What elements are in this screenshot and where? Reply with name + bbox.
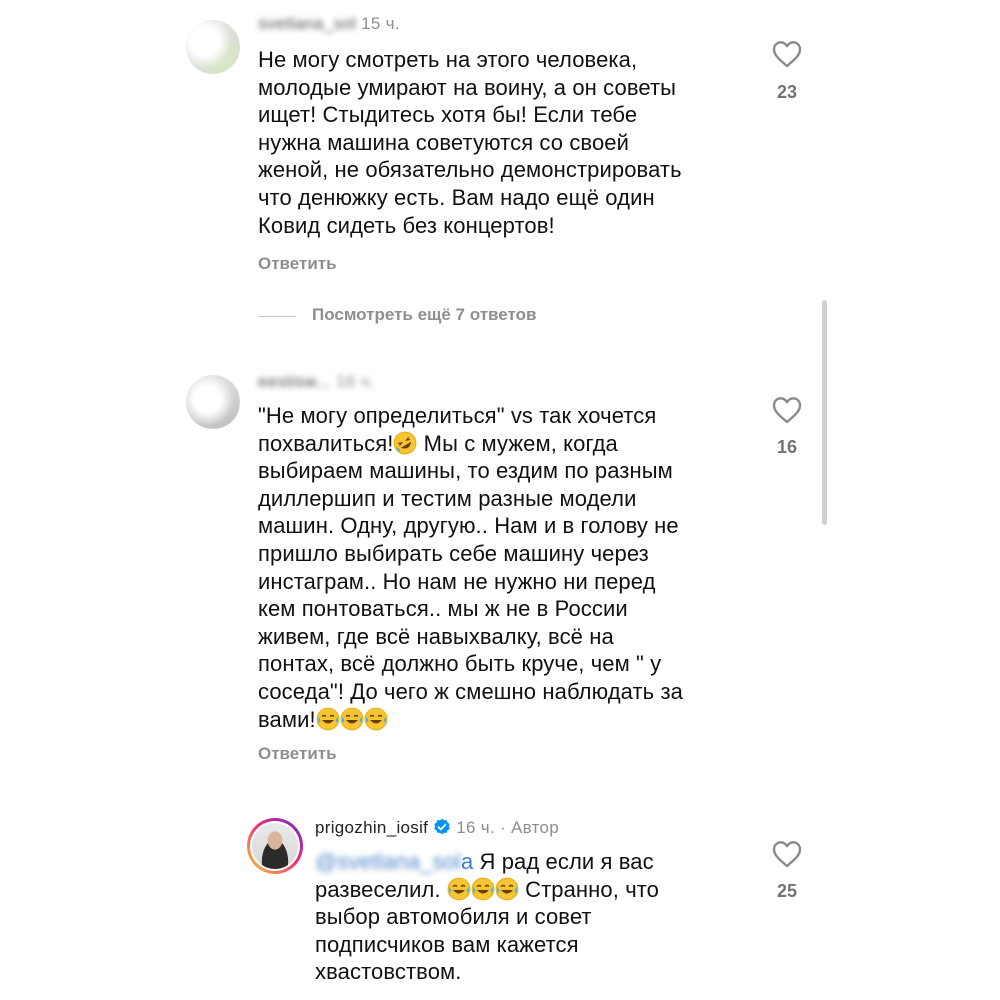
comment-line: выбираем машины, то ездим по разным	[258, 458, 673, 484]
reply-text: @svetlana_solа Я рад если я вас развесел…	[315, 848, 765, 986]
comment-line: что денюжку есть. Вам надо ещё один	[258, 184, 655, 210]
reply-header: prigozhin_iosif 16 ч. · Автор	[315, 818, 559, 838]
commenter-avatar[interactable]	[186, 375, 240, 429]
author-photo	[252, 823, 298, 869]
comment-line: Не могу смотреть на этого человека,	[258, 47, 638, 72]
comment-line: развеселил. Странно, что	[315, 876, 660, 902]
comment-line: @svetlana_solа Я рад если я вас	[315, 849, 654, 874]
face-with-tears-of-joy-emoji-icon	[364, 707, 388, 731]
like-count: 25	[776, 881, 798, 901]
comment-line: диллершип и тестим разные модели	[258, 485, 637, 511]
comment-time: 15 ч.	[361, 14, 400, 33]
comment-line: подписчиков вам кажется	[315, 931, 579, 957]
comment-line: Ковид сидеть без концертов!	[258, 212, 555, 238]
scrollbar[interactable]	[822, 300, 827, 525]
like-count: 23	[776, 82, 798, 102]
face-with-tears-of-joy-emoji-icon	[340, 707, 364, 731]
comment-line: инстаграм.. Но нам не нужно ни перед	[258, 568, 656, 594]
author-label: Автор	[511, 818, 560, 837]
separator-dot: ·	[500, 818, 506, 837]
comment-line: соседа"! До чего ж смешно наблюдать за	[258, 678, 683, 704]
comment-line: хвастовством.	[315, 959, 462, 985]
face-with-tears-of-joy-emoji-icon	[495, 877, 519, 901]
comment-line: понтах, всё должно быть круче, чем " у	[258, 651, 662, 677]
comment-header: svetlana_sol 15 ч.	[258, 14, 400, 34]
comment-line: похвалиться! Мы с мужем, когда	[258, 430, 778, 458]
author-username[interactable]: prigozhin_iosif	[315, 818, 428, 837]
mention-blurred[interactable]: @svetlana_sol	[315, 849, 461, 874]
author-avatar[interactable]	[247, 818, 303, 874]
like-count: 16	[776, 437, 798, 457]
rolling-on-floor-laughing-emoji-icon	[393, 431, 417, 455]
comment-header: eestisw... 16 ч.	[258, 372, 375, 392]
comment-line: нужна машина советуются со своей	[258, 129, 630, 155]
face-with-tears-of-joy-emoji-icon	[316, 707, 340, 731]
comment-line: машин. Одну, другую.. Нам и в голову не	[258, 513, 679, 539]
comment-line: пришло выбирать себе машину через	[258, 540, 649, 566]
face-with-tears-of-joy-emoji-icon	[447, 877, 471, 901]
like-heart-icon[interactable]	[772, 840, 802, 868]
comment-line: ищет! Стыдитесь хотя бы! Если тебе	[258, 102, 638, 128]
view-more-divider	[258, 316, 296, 317]
comment-line: "Не могу определиться" vs так хочется	[258, 403, 657, 428]
like-heart-icon[interactable]	[772, 40, 802, 68]
view-more-replies-button[interactable]: Посмотреть ещё 7 ответов	[312, 305, 536, 325]
verified-badge-icon	[433, 818, 451, 836]
comment-line: вами!	[258, 706, 778, 734]
commenter-avatar[interactable]	[186, 20, 240, 74]
comment-text: Не могу смотреть на этого человека, моло…	[258, 46, 758, 239]
reply-button[interactable]: Ответить	[258, 744, 337, 764]
mention-suffix[interactable]: а	[461, 849, 473, 874]
reply-button[interactable]: Ответить	[258, 254, 337, 274]
comment-line: выбор автомобиля и совет	[315, 904, 592, 930]
comment-time: 16 ч.	[335, 372, 375, 391]
commenter-username[interactable]: svetlana_sol	[258, 14, 356, 33]
comment-line: кем понтоваться.. мы ж не в России	[258, 596, 628, 622]
comment-text: "Не могу определиться" vs так хочется по…	[258, 402, 778, 733]
comment-line: живем, где всё навыхвалку, всё на	[258, 623, 614, 649]
commenter-username[interactable]: eestisw...	[258, 372, 331, 391]
like-heart-icon[interactable]	[772, 396, 802, 424]
comment-line: молодые умирают на воину, а он советы	[258, 74, 677, 100]
reply-time: 16 ч.	[456, 818, 495, 837]
face-with-tears-of-joy-emoji-icon	[471, 877, 495, 901]
comment-line: женой, не обязательно демонстрировать	[258, 157, 682, 183]
